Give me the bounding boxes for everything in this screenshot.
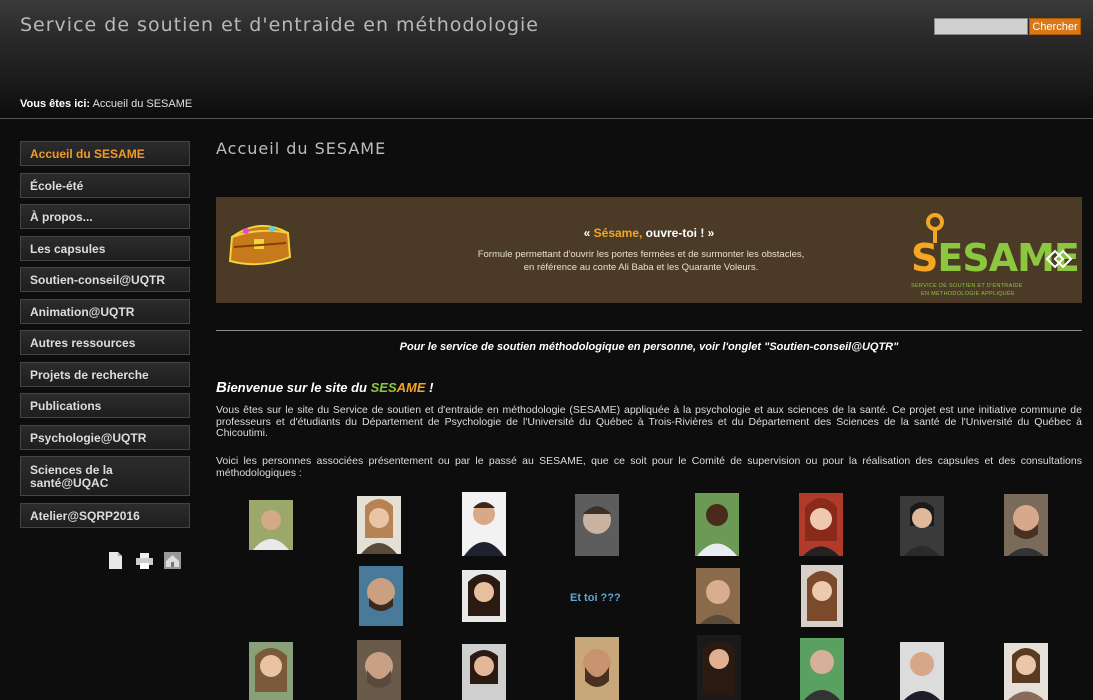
person-photo[interactable] [575,637,619,700]
sidebar-item-capsules[interactable]: Les capsules [20,235,190,261]
sidebar-item-publications[interactable]: Publications [20,393,190,418]
sidebar-item-soutien-conseil[interactable]: Soutien-conseil@UQTR [20,267,190,292]
welcome-first-letter: B [216,379,227,396]
person-photo[interactable] [1004,494,1048,556]
person-photo[interactable] [357,496,401,554]
logo-subtitle-1: SERVICE DE SOUTIEN ET D'ENTRAIDE [911,283,1023,289]
search-button[interactable]: Chercher [1029,18,1081,35]
person-photo[interactable] [462,570,506,622]
logo-letter-s: S [911,236,938,280]
site-title[interactable]: Service de soutien et d'entraide en méth… [20,14,539,36]
welcome-text: ienvenue sur le site du [226,380,371,395]
sidebar-nav: Accueil du SESAME École-été À propos... … [20,141,190,534]
sidebar-item-projets-recherche[interactable]: Projets de recherche [20,361,190,387]
person-photo[interactable] [1004,643,1048,700]
person-photo[interactable] [800,638,844,700]
content-divider [216,330,1082,331]
document-icon[interactable] [108,552,123,569]
person-photo[interactable] [695,493,739,556]
sidebar-item-animation[interactable]: Animation@UQTR [20,298,190,324]
sidebar-item-psychologie[interactable]: Psychologie@UQTR [20,424,190,450]
person-photo[interactable] [801,565,843,627]
notice-text: Pour le service de soutien méthodologiqu… [399,341,899,353]
person-photo[interactable] [357,640,401,700]
sidebar-item-ecole-ete[interactable]: École-été [20,172,190,198]
welcome-brand-a: SES [370,380,397,395]
person-photo[interactable] [696,568,740,624]
sesame-logo: SESAME SERVICE DE SOUTIEN ET D'ENTRAIDE … [911,213,1080,301]
welcome-heading: Bienvenue sur le site du SESAME ! [216,379,433,396]
breadcrumb: Vous êtes ici: Accueil du SESAME [20,98,192,110]
site-header: Service de soutien et d'entraide en méth… [0,0,1093,119]
page-title: Accueil du SESAME [216,139,387,158]
person-photo[interactable] [359,566,403,626]
page-tools [108,552,198,572]
person-photo[interactable] [249,500,293,550]
sesame-banner: « Sésame, ouvre-toi ! » Formule permetta… [216,197,1082,303]
sidebar-item-a-propos[interactable]: À propos... [20,204,190,229]
person-photo[interactable] [697,635,741,700]
person-photo[interactable] [900,496,944,556]
person-photo[interactable] [799,493,843,556]
welcome-end: ! [425,380,434,395]
invite-text[interactable]: Et toi ??? [570,592,621,604]
logo-subtitle-2: EN MÉTHODOLOGIE APPLIQUÉE [921,291,1015,297]
banner-headline-accent: Sésame, [593,226,643,240]
person-photo[interactable] [900,642,944,700]
person-photo[interactable] [575,494,619,556]
person-photo[interactable] [462,492,506,556]
home-icon[interactable] [164,552,181,569]
open-door-icon [1045,249,1073,269]
banner-headline-rest: ouvre-toi ! » [642,226,715,240]
breadcrumb-current: Accueil du SESAME [92,98,193,110]
sidebar-item-accueil[interactable]: Accueil du SESAME [20,141,190,166]
people-paragraph: Voici les personnes associées présenteme… [216,455,1082,479]
breadcrumb-label: Vous êtes ici: [20,98,91,110]
banner-headline-open: « [583,226,594,240]
person-photo[interactable] [462,644,506,700]
person-photo[interactable] [249,642,293,700]
sidebar-item-atelier[interactable]: Atelier@SQRP2016 [20,502,190,528]
sidebar-item-autres-ressources[interactable]: Autres ressources [20,330,190,355]
intro-paragraph: Vous êtes sur le site du Service de sout… [216,404,1082,439]
print-icon[interactable] [136,552,153,569]
sidebar-item-sciences-sante[interactable]: Sciences de la santé@UQAC [20,456,190,496]
search-input[interactable] [934,18,1028,35]
welcome-brand-b: AME [396,380,426,395]
